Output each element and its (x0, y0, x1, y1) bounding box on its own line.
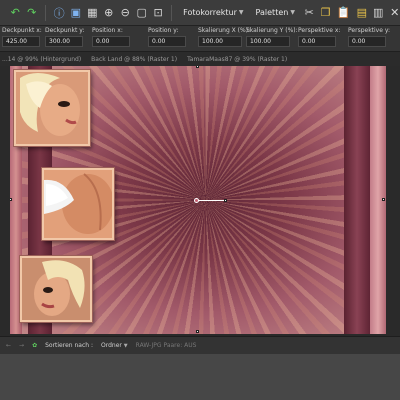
woman-portrait-image (22, 258, 90, 320)
opt-label: Position y: (148, 27, 179, 34)
portrait-tube-bottom (20, 256, 92, 322)
app-window: ↶ ↷ ⓘ ▣ ▦ ⊕ ⊖ ▢ ⊡ Fotokorrektur ▼ Palett… (0, 0, 400, 400)
zoom-in-icon[interactable]: ⊕ (104, 6, 114, 20)
body-tube-middle (42, 168, 114, 240)
figure-image (44, 170, 112, 238)
pivot-point-handle[interactable] (194, 198, 199, 203)
zoom-out-icon[interactable]: ⊖ (120, 6, 130, 20)
info-icon[interactable]: ⓘ (54, 6, 65, 20)
menu-photo-correction-label: Fotokorrektur (183, 8, 237, 17)
image-canvas[interactable] (10, 66, 386, 334)
opt-perspective-x: Perspektive x: 0.00 (298, 27, 340, 47)
transform-handle-bottom[interactable] (196, 330, 199, 333)
opt-label: Perspektive y: (348, 27, 390, 34)
tab-document-3[interactable]: TamaraMaas87 @ 39% (Raster 1) (187, 56, 287, 63)
opt-label: Skalierung Y (%): (246, 27, 298, 34)
opt-pivot-x: Deckpunkt x: 425.00 (2, 27, 42, 47)
image-icon[interactable]: ▣ (71, 6, 81, 20)
chevron-down-icon: ▼ (290, 9, 295, 16)
transform-handle-left[interactable] (10, 198, 12, 201)
undo-icon[interactable]: ↶ (10, 6, 20, 20)
opt-scale-x: Skalierung X (%): 100.00 (198, 27, 250, 47)
opt-perspective-y: Perspektive y: 0.00 (348, 27, 390, 47)
opt-pivot-y: Deckpunkt y: 300.00 (45, 27, 84, 47)
position-x-field[interactable]: 0.00 (92, 36, 130, 47)
main-toolbar: ↶ ↷ ⓘ ▣ ▦ ⊕ ⊖ ▢ ⊡ Fotokorrektur ▼ Palett… (0, 0, 400, 26)
chevron-down-icon: ▼ (123, 343, 128, 349)
dark-right-stripe (344, 66, 370, 334)
sort-dropdown-value: Ordner (101, 342, 122, 349)
organizer-panel (0, 354, 400, 400)
zoom-actual-icon[interactable]: ⊡ (153, 6, 163, 20)
chevron-down-icon: ▼ (238, 9, 244, 16)
opt-position-x: Position x: 0.00 (92, 27, 130, 47)
organizer-icon[interactable]: ✿ (32, 342, 37, 349)
opt-label: Deckpunkt y: (45, 27, 85, 34)
menu-palettes[interactable]: Paletten ▼ (253, 8, 298, 17)
redo-icon[interactable]: ↷ (26, 6, 36, 20)
toolbar-divider (171, 4, 173, 21)
sort-label: Sortieren nach : (45, 342, 93, 349)
raw-jpg-pairs-status[interactable]: RAW-JPG Paare: AUS (136, 342, 197, 349)
paste-layer-icon[interactable]: ▤ (357, 6, 367, 20)
tab-document-1[interactable]: ...14 @ 99% (Hintergrund) (2, 56, 81, 63)
pivot-x-field[interactable]: 425.00 (2, 36, 40, 47)
transform-handle-top[interactable] (196, 66, 199, 68)
perspective-y-field[interactable]: 0.00 (348, 36, 386, 47)
woman-portrait-image (16, 72, 88, 144)
menu-palettes-label: Paletten (255, 8, 289, 17)
paste-selection-icon[interactable]: ▥ (373, 6, 383, 20)
portrait-tube-top (14, 70, 90, 146)
toolbar-divider (44, 4, 46, 21)
perspective-x-field[interactable]: 0.00 (298, 36, 336, 47)
document-tabs: ...14 @ 99% (Hintergrund) Back Land @ 88… (0, 52, 400, 66)
fit-window-icon[interactable]: ▢ (136, 6, 146, 20)
organizer-bar: ← → ✿ Sortieren nach : Ordner ▼ RAW-JPG … (0, 336, 400, 354)
back-arrow-icon[interactable]: ← (6, 342, 11, 349)
scale-x-field[interactable]: 100.00 (198, 36, 242, 47)
canvas-workspace (0, 66, 400, 336)
opt-scale-y: Skalierung Y (%): 100.00 (246, 27, 298, 47)
menu-photo-correction[interactable]: Fotokorrektur ▼ (180, 8, 246, 17)
opt-label: Perspektive x: (298, 27, 341, 34)
paste-icon[interactable]: 📋 (337, 6, 351, 20)
opt-position-y: Position y: 0.00 (148, 27, 186, 47)
rotation-handle[interactable] (224, 199, 227, 202)
grid-icon[interactable]: ▦ (87, 6, 97, 20)
tool-options-bar: Deckpunkt x: 425.00 Deckpunkt y: 300.00 … (0, 26, 400, 52)
sort-dropdown[interactable]: Ordner ▼ (101, 342, 128, 349)
tab-document-2[interactable]: Back Land @ 88% (Raster 1) (91, 56, 177, 63)
opt-label: Deckpunkt x: (2, 27, 42, 34)
opt-label: Skalierung X (%): (198, 27, 251, 34)
pivot-y-field[interactable]: 300.00 (45, 36, 83, 47)
close-icon[interactable]: ✕ (389, 6, 399, 20)
copy-icon[interactable]: ❐ (320, 6, 331, 20)
opt-label: Position x: (92, 27, 123, 34)
scale-y-field[interactable]: 100.00 (246, 36, 290, 47)
cut-icon[interactable]: ✂ (304, 6, 314, 20)
transform-handle-right[interactable] (382, 198, 385, 201)
pivot-connector-line (198, 200, 226, 201)
forward-arrow-icon[interactable]: → (19, 342, 24, 349)
position-y-field[interactable]: 0.00 (148, 36, 186, 47)
